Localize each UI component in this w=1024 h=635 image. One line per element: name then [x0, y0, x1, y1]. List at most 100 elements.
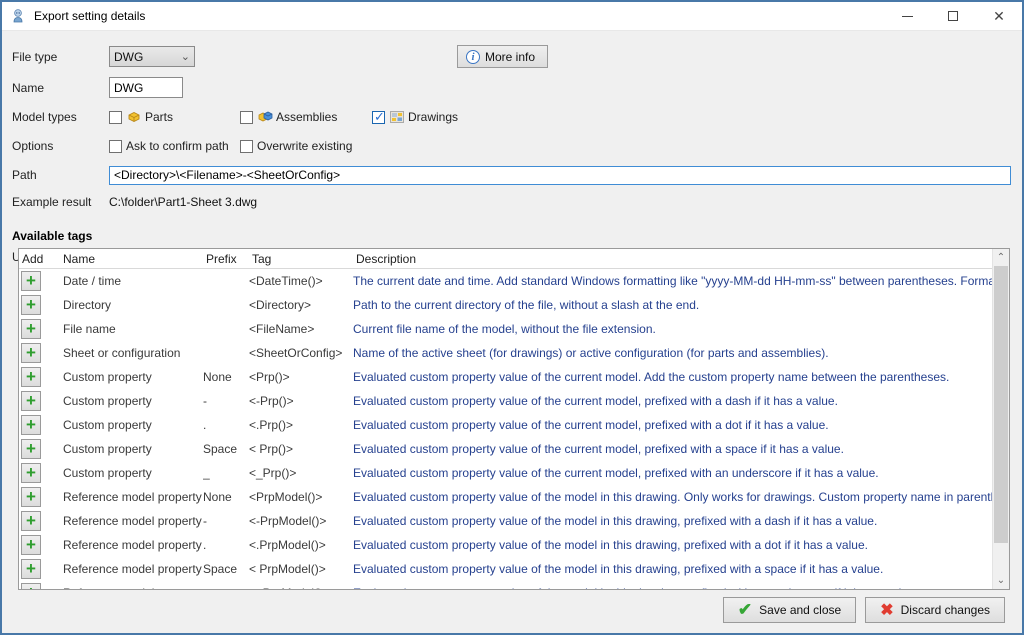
ask-to-confirm-path-box	[109, 140, 122, 153]
table-row: +Custom propertyNone<Prp()>Evaluated cus…	[19, 365, 992, 389]
tag-description: Path to the current directory of the fil…	[353, 298, 992, 312]
tag-prefix: .	[203, 538, 249, 552]
add-tag-button[interactable]: +	[21, 487, 41, 507]
file-type-dropdown[interactable]: DWG ⌄	[109, 46, 195, 67]
drawings-label: Drawings	[408, 110, 458, 124]
add-tag-button[interactable]: +	[21, 511, 41, 531]
tag-name: Date / time	[57, 274, 203, 288]
plus-icon: +	[26, 465, 36, 480]
drawings-checkbox-box: ✓	[372, 111, 385, 124]
footer: ✔ Save and close ✖ Discard changes	[2, 586, 1022, 633]
table-row: +Reference model property-<-PrpModel()>E…	[19, 509, 992, 533]
parts-checkbox[interactable]: Parts	[109, 109, 240, 125]
tag-description: Evaluated custom property value of the c…	[353, 418, 992, 432]
table-row: +Reference model property.<.PrpModel()>E…	[19, 533, 992, 557]
name-row: Name	[12, 77, 1012, 98]
name-input[interactable]	[109, 77, 183, 98]
tag-table-body: +Date / time<DateTime()>The current date…	[19, 269, 992, 589]
add-tag-button[interactable]: +	[21, 535, 41, 555]
overwrite-existing-checkbox[interactable]: Overwrite existing	[240, 139, 352, 153]
add-tag-button[interactable]: +	[21, 559, 41, 579]
tag-value: <DateTime()>	[249, 274, 353, 288]
drawings-checkbox[interactable]: ✓ Drawings	[372, 109, 458, 125]
check-icon: ✓	[374, 109, 385, 125]
plus-icon: +	[26, 513, 36, 528]
table-scrollbar[interactable]: ⌃ ⌄	[992, 249, 1009, 589]
assemblies-checkbox[interactable]: Assemblies	[240, 109, 372, 125]
add-tag-button[interactable]: +	[21, 271, 41, 291]
tag-value: < Prp()>	[249, 442, 353, 456]
discard-changes-button[interactable]: ✖ Discard changes	[865, 597, 1005, 623]
drawing-icon	[389, 109, 405, 125]
overwrite-existing-label: Overwrite existing	[257, 139, 352, 153]
tag-prefix: -	[203, 394, 249, 408]
save-and-close-button[interactable]: ✔ Save and close	[723, 597, 856, 623]
table-row: +Date / time<DateTime()>The current date…	[19, 269, 992, 293]
tag-description: Evaluated custom property value of the c…	[353, 466, 992, 480]
plus-icon: +	[26, 273, 36, 288]
window-title: Export setting details	[34, 9, 145, 23]
tag-name: Reference model property	[57, 514, 203, 528]
add-tag-button[interactable]: +	[21, 367, 41, 387]
overwrite-existing-box	[240, 140, 253, 153]
tag-name: Reference model property	[57, 490, 203, 504]
file-type-row: File type DWG ⌄ i More info	[12, 45, 1012, 68]
add-tag-button[interactable]: +	[21, 391, 41, 411]
info-icon: i	[466, 50, 480, 64]
plus-icon: +	[26, 561, 36, 576]
tag-value: <-PrpModel()>	[249, 514, 353, 528]
tag-value: <.Prp()>	[249, 418, 353, 432]
tag-description: Name of the active sheet (for drawings) …	[353, 346, 992, 360]
model-types-row: Model types Parts	[12, 107, 1012, 127]
chevron-down-icon: ⌄	[181, 52, 190, 62]
plus-icon: +	[26, 369, 36, 384]
tag-prefix: -	[203, 514, 249, 528]
options-label: Options	[12, 139, 109, 153]
add-tag-button[interactable]: +	[21, 343, 41, 363]
scroll-up-icon[interactable]: ⌃	[993, 249, 1009, 266]
tag-description: Evaluated custom property value of the c…	[353, 442, 992, 456]
tag-prefix: .	[203, 418, 249, 432]
tag-name: Sheet or configuration	[57, 346, 203, 360]
column-header-name: Name	[57, 252, 203, 266]
table-row: + Sheet or configuration <SheetOrConfig>Na…	[19, 341, 992, 365]
tag-name: Directory	[57, 298, 203, 312]
name-label: Name	[12, 81, 109, 95]
tag-value: <SheetOrConfig>	[249, 346, 353, 360]
tag-value: <_Prp()>	[249, 466, 353, 480]
maximize-button[interactable]	[930, 2, 976, 30]
more-info-button[interactable]: i More info	[457, 45, 548, 68]
scrollbar-thumb[interactable]	[994, 266, 1008, 543]
more-info-label: More info	[485, 50, 535, 64]
tag-prefix: Space	[203, 442, 249, 456]
close-button[interactable]: ✕	[976, 2, 1022, 30]
add-tag-button[interactable]: +	[21, 415, 41, 435]
path-input[interactable]	[109, 166, 1011, 185]
tag-prefix: None	[203, 370, 249, 384]
tag-name: File name	[57, 322, 203, 336]
tag-value: <Directory>	[249, 298, 353, 312]
add-tag-button[interactable]: +	[21, 463, 41, 483]
path-row: Path	[12, 165, 1012, 185]
options-row: Options Ask to confirm path Overwrite ex…	[12, 136, 1012, 156]
add-tag-button[interactable]: +	[21, 295, 41, 315]
assemblies-checkbox-box	[240, 111, 253, 124]
add-tag-button[interactable]: +	[21, 439, 41, 459]
assemblies-label: Assemblies	[276, 110, 337, 124]
column-header-add: Add	[19, 252, 57, 266]
tag-value: <-Prp()>	[249, 394, 353, 408]
minimize-button[interactable]	[884, 2, 930, 30]
table-row: + Directory <Directory>Path to the current…	[19, 293, 992, 317]
tag-value: <PrpModel()>	[249, 490, 353, 504]
save-and-close-label: Save and close	[759, 603, 841, 617]
parts-checkbox-box	[109, 111, 122, 124]
table-row: +Custom propertySpace< Prp()>Evaluated c…	[19, 437, 992, 461]
ask-to-confirm-path-checkbox[interactable]: Ask to confirm path	[109, 139, 240, 153]
tag-name: Custom property	[57, 394, 203, 408]
table-row: +Custom property_<_Prp()>Evaluated custo…	[19, 461, 992, 485]
add-tag-button[interactable]: +	[21, 319, 41, 339]
plus-icon: +	[26, 297, 36, 312]
file-type-label: File type	[12, 50, 109, 64]
ask-to-confirm-path-label: Ask to confirm path	[126, 139, 229, 153]
tag-description: Current file name of the model, without …	[353, 322, 992, 336]
